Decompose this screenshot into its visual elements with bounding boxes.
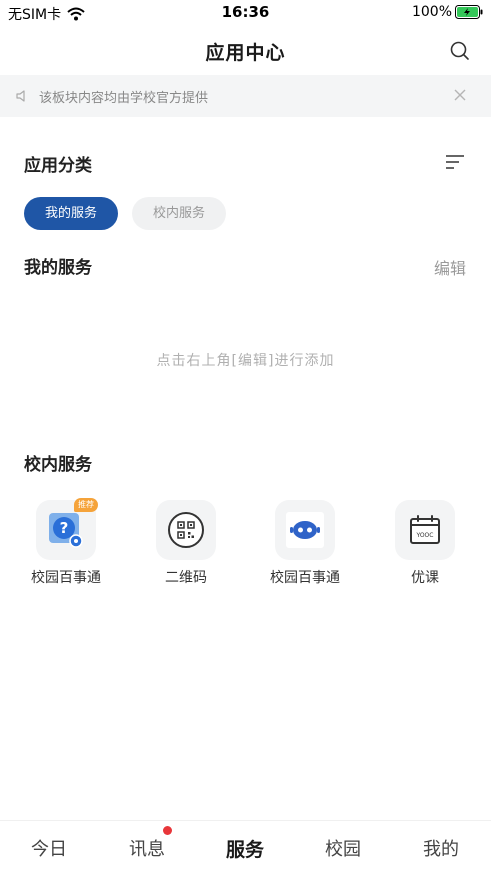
- notice-bar: 该板块内容均由学校官方提供: [0, 75, 491, 117]
- battery-percent: 100%: [411, 4, 452, 20]
- qr-code-icon: [168, 512, 204, 548]
- speaker-icon: [16, 90, 25, 102]
- app-label: 二维码: [165, 570, 207, 586]
- notice-text: 该板块内容均由学校官方提供: [39, 91, 209, 106]
- app-item-baishitong[interactable]: ? 推荐 校园百事通: [6, 498, 126, 587]
- app-label: 校园百事通: [270, 570, 340, 586]
- status-bar: 无SIM卡 16:36 100%: [0, 0, 491, 26]
- search-icon[interactable]: [449, 40, 471, 62]
- nav-bar: 应用中心: [0, 26, 491, 74]
- tab-messages[interactable]: 讯息: [98, 835, 196, 861]
- battery-icon: [455, 5, 483, 19]
- app-item-baishitong-robot[interactable]: 校园百事通: [245, 500, 365, 587]
- app-label: 优课: [411, 570, 439, 586]
- page-title: 应用中心: [205, 42, 286, 64]
- tab-mine[interactable]: 我的: [392, 835, 490, 861]
- battery-indicator: 100%: [412, 4, 483, 20]
- app-item-qrcode[interactable]: 二维码: [126, 500, 246, 587]
- tab-today[interactable]: 今日: [0, 835, 98, 861]
- app-icon: YOOC: [395, 500, 455, 560]
- calendar-icon: YOOC: [410, 515, 440, 544]
- robot-icon: [286, 512, 324, 548]
- category-section-title: 应用分类: [24, 156, 92, 176]
- app-icon: ? 推荐: [36, 498, 98, 560]
- app-grid: ? 推荐 校园百事通 二维码 校园百事通 YOOC 优课: [0, 498, 491, 590]
- my-services-title: 我的服务: [24, 258, 92, 278]
- tab-services[interactable]: 服务: [196, 835, 294, 862]
- close-icon[interactable]: [451, 85, 469, 105]
- tab-bar: 今日 讯息 服务 校园 我的: [0, 820, 491, 877]
- app-icon: [156, 500, 216, 560]
- question-icon: ?: [49, 513, 83, 548]
- recommend-badge: 推荐: [74, 498, 98, 512]
- notification-dot: [163, 826, 172, 835]
- app-label: 校园百事通: [31, 570, 101, 586]
- campus-services-title: 校内服务: [24, 455, 92, 475]
- svg-text:?: ?: [60, 519, 69, 537]
- calendar-icon-text: YOOC: [416, 532, 434, 539]
- chip-campus-services[interactable]: 校内服务: [132, 197, 226, 230]
- edit-button[interactable]: 编辑: [434, 255, 466, 279]
- empty-hint: 点击右上角[编辑]进行添加: [156, 353, 335, 369]
- app-item-youke[interactable]: YOOC 优课: [365, 500, 485, 587]
- chip-my-services[interactable]: 我的服务: [24, 197, 118, 230]
- tab-campus[interactable]: 校园: [294, 835, 392, 861]
- sort-icon[interactable]: [445, 153, 465, 171]
- app-icon: [275, 500, 335, 560]
